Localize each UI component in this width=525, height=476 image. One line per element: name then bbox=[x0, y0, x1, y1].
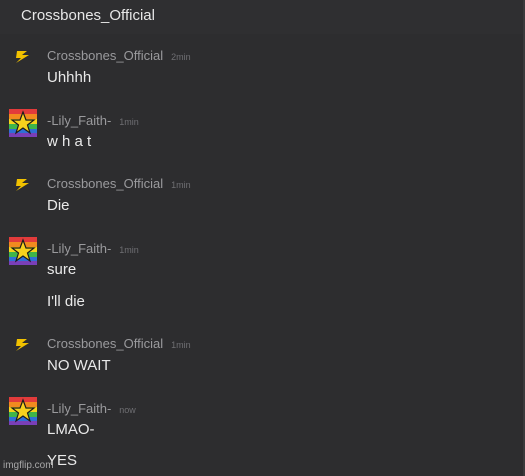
lightning-bolt-icon[interactable] bbox=[13, 49, 33, 65]
message-text: w h a t bbox=[47, 133, 92, 150]
message-text: sure bbox=[47, 261, 77, 278]
message-timestamp: 1min bbox=[119, 117, 139, 127]
message-timestamp: now bbox=[119, 405, 136, 415]
message-username[interactable]: Crossbones_Official 1min bbox=[47, 336, 191, 351]
message-username[interactable]: -Lily_Faith- 1min bbox=[47, 241, 139, 256]
message-username[interactable]: -Lily_Faith- 1min bbox=[47, 113, 139, 128]
message-text: NO WAIT bbox=[47, 357, 111, 374]
message-timestamp: 1min bbox=[119, 245, 139, 255]
message-text: Die bbox=[47, 197, 70, 214]
rainbow-star-avatar[interactable] bbox=[9, 237, 37, 265]
chat-header: Crossbones_Official bbox=[0, 0, 523, 34]
message-username[interactable]: -Lily_Faith-now bbox=[47, 401, 136, 416]
message-username[interactable]: Crossbones_Official 1min bbox=[47, 176, 191, 191]
lightning-bolt-icon[interactable] bbox=[13, 177, 33, 193]
imgflip-watermark: imgflip.com bbox=[3, 460, 54, 471]
chat-title: Crossbones_Official bbox=[21, 7, 155, 24]
message-text: Uhhhh bbox=[47, 69, 92, 86]
message-text: I'll die bbox=[47, 293, 85, 310]
rainbow-star-avatar[interactable] bbox=[9, 109, 37, 137]
message-timestamp: 1min bbox=[171, 340, 191, 350]
message-timestamp: 2min bbox=[171, 52, 191, 62]
message-username[interactable]: Crossbones_Official 2min bbox=[47, 48, 191, 63]
message-timestamp: 1min bbox=[171, 180, 191, 190]
lightning-bolt-icon[interactable] bbox=[13, 337, 33, 353]
message-text: LMAO- bbox=[47, 421, 95, 438]
rainbow-star-avatar[interactable] bbox=[9, 397, 37, 425]
chat-window: Crossbones_Official Crossbones_Official 2… bbox=[0, 0, 525, 476]
